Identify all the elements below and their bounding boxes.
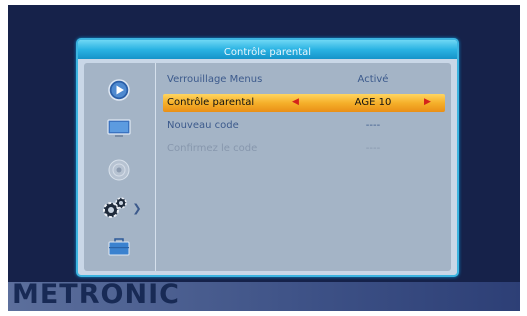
row-label: Nouveau code: [167, 120, 239, 131]
parental-control-window: Contrôle parental ❯ Verrouillage Menus A…: [76, 38, 459, 277]
brand-logo: METRONIC: [12, 279, 180, 310]
chevron-right-icon: ❯: [132, 201, 142, 215]
sidebar-item-settings[interactable]: ❯: [99, 197, 143, 219]
row-value: ----: [365, 143, 381, 154]
row-label: Verrouillage Menus: [167, 74, 263, 85]
menu-panel: ❯ Verrouillage Menus Activé Contrôle par…: [84, 63, 451, 271]
row-label: Confirmez le code: [167, 143, 258, 154]
monitor-icon: [107, 119, 131, 137]
sidebar-item-monitor[interactable]: [105, 118, 133, 140]
menu-row-lock-menus[interactable]: Verrouillage Menus Activé: [163, 71, 445, 89]
window-title: Contrôle parental: [223, 47, 312, 58]
toolbox-icon: [108, 238, 130, 256]
tv-screen: Contrôle parental ❯ Verrouillage Menus A…: [8, 5, 520, 311]
footer-band: METRONIC: [8, 279, 520, 311]
sidebar: ❯: [84, 63, 156, 271]
gears-icon: [103, 197, 128, 218]
row-value: Activé: [357, 74, 389, 85]
row-value: AGE 10: [354, 97, 392, 108]
sidebar-item-play[interactable]: [105, 79, 133, 101]
menu-row-new-code[interactable]: Nouveau code ----: [163, 117, 445, 135]
sidebar-item-disc[interactable]: [105, 159, 133, 181]
row-label: Contrôle parental: [167, 97, 255, 108]
arrow-left-icon[interactable]: ◀: [292, 97, 299, 107]
arrow-right-icon[interactable]: ▶: [424, 97, 431, 107]
sidebar-item-tools[interactable]: [105, 236, 133, 258]
play-icon: [108, 79, 130, 101]
window-titlebar: Contrôle parental: [78, 40, 457, 59]
row-value: ----: [365, 120, 381, 131]
disc-icon: [108, 159, 130, 181]
menu-row-confirm-code[interactable]: Confirmez le code ----: [163, 140, 445, 158]
menu-row-parental-control[interactable]: Contrôle parental ◀ AGE 10 ▶: [163, 94, 445, 112]
